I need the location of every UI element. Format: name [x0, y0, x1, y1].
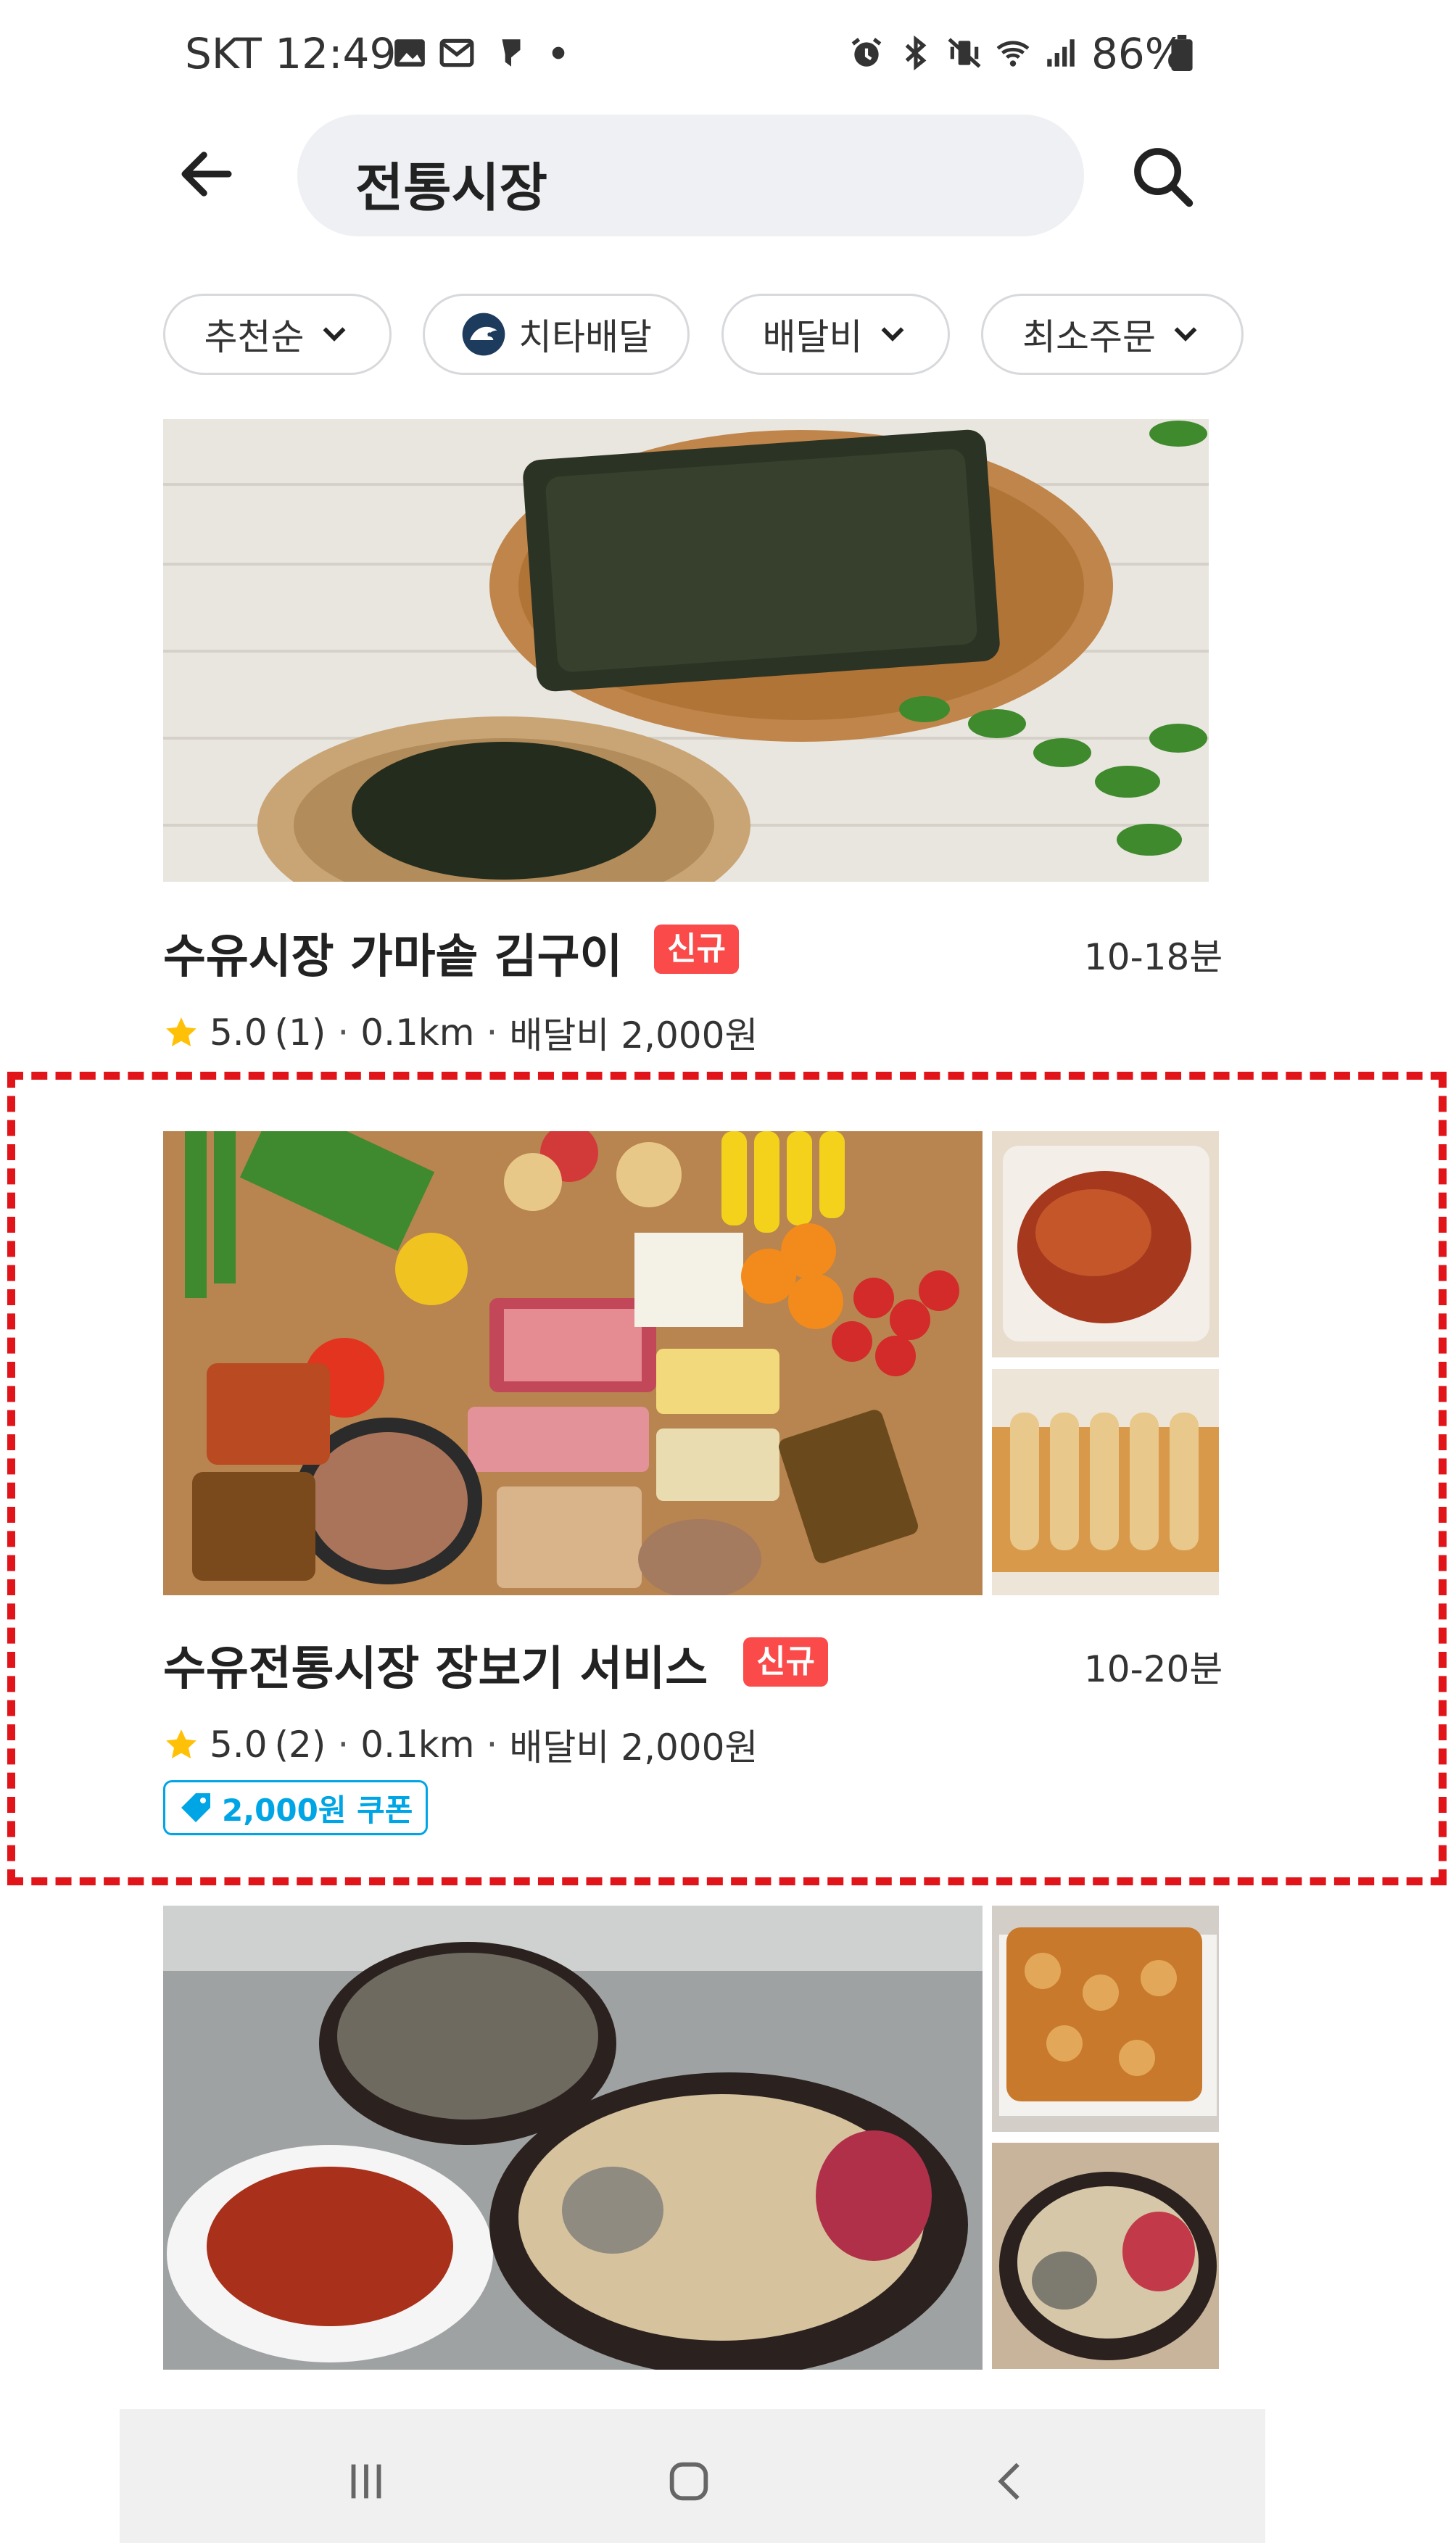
new-badge: 신규 [743, 1637, 828, 1687]
alarm-icon [851, 38, 882, 67]
signal-icon [1047, 39, 1075, 67]
delivery-fee: 배달비 2,000원 [509, 1727, 758, 1769]
bluetooth-icon [905, 35, 927, 71]
carrier-time: SKT 12:49 [185, 29, 397, 78]
filter-label: 추천순 [204, 316, 305, 358]
new-badge: 신규 [654, 925, 739, 974]
filter-label: 최소주문 [1022, 316, 1156, 358]
delivery-time: 10-18분 [1084, 936, 1223, 978]
system-nav-bar [120, 2409, 1265, 2543]
filter-delivery-fee-chip[interactable]: 배달비 [721, 294, 950, 375]
status-bar: SKT 12:49 86% [0, 0, 1456, 109]
filter-sort-chip[interactable]: 추천순 [163, 294, 392, 375]
delivery-fee: 배달비 2,000원 [509, 1014, 758, 1057]
store-photo-side-4[interactable] [992, 2143, 1219, 2369]
rating: 5.0 [210, 1724, 268, 1766]
store-photo-snacks-main[interactable] [163, 1906, 983, 2370]
separator-dot: · [337, 1724, 349, 1766]
coupon-text: 2,000원 쿠폰 [222, 1792, 413, 1828]
back-icon[interactable] [986, 2456, 1037, 2507]
rating: 5.0 [210, 1012, 268, 1054]
image-icon [394, 39, 425, 67]
battery-icon [1171, 35, 1193, 71]
review-count: (2) [274, 1724, 326, 1766]
store-meta: 5.0 (1) · 0.1km · 배달비 2,000원 [163, 1006, 758, 1059]
star-icon [166, 1729, 197, 1758]
separator-dot: · [486, 1724, 498, 1766]
store-meta: 5.0 (2) · 0.1km · 배달비 2,000원 [163, 1719, 758, 1771]
vibrate-icon [948, 38, 981, 68]
cheetah-icon [462, 313, 505, 356]
star-icon [166, 1017, 197, 1046]
store-photo-side-2[interactable] [992, 1369, 1219, 1595]
tag-icon [181, 1793, 210, 1822]
home-icon[interactable] [663, 2456, 714, 2507]
distance: 0.1km [360, 1012, 475, 1054]
review-count: (1) [274, 1012, 326, 1054]
back-arrow-icon[interactable] [174, 141, 239, 207]
chevron-down-icon [1174, 327, 1197, 342]
search-query-text: 전통시장 [355, 157, 547, 218]
store-photo-market-main[interactable] [163, 1131, 983, 1595]
recent-apps-icon[interactable] [341, 2456, 392, 2507]
separator-dot: · [337, 1012, 349, 1054]
delivery-time: 10-20분 [1084, 1648, 1223, 1690]
distance: 0.1km [360, 1724, 475, 1766]
store-name[interactable]: 수유전통시장 장보기 서비스 [163, 1632, 708, 1698]
store-photo-side-1[interactable] [992, 1131, 1219, 1357]
coupon-badge[interactable]: 2,000원 쿠폰 [163, 1780, 429, 1835]
filter-label: 배달비 [762, 316, 863, 358]
wifi-icon [996, 41, 1030, 67]
store-name[interactable]: 수유시장 가마솥 김구이 [163, 919, 622, 986]
mail-icon [439, 38, 474, 67]
store-photo-seaweed[interactable] [163, 419, 1209, 882]
filter-min-order-chip[interactable]: 최소주문 [981, 294, 1244, 375]
search-icon[interactable] [1128, 141, 1196, 210]
chevron-down-icon [323, 327, 345, 342]
dot-icon [552, 46, 565, 59]
separator-dot: · [486, 1012, 498, 1054]
search-input[interactable]: 전통시장 [297, 115, 1084, 236]
filter-label: 치타배달 [518, 316, 652, 358]
store-photo-side-3[interactable] [992, 1906, 1219, 2132]
notification-icon [502, 39, 521, 67]
filter-cheetah-chip[interactable]: 치타배달 [423, 294, 690, 375]
chevron-down-icon [881, 327, 903, 342]
